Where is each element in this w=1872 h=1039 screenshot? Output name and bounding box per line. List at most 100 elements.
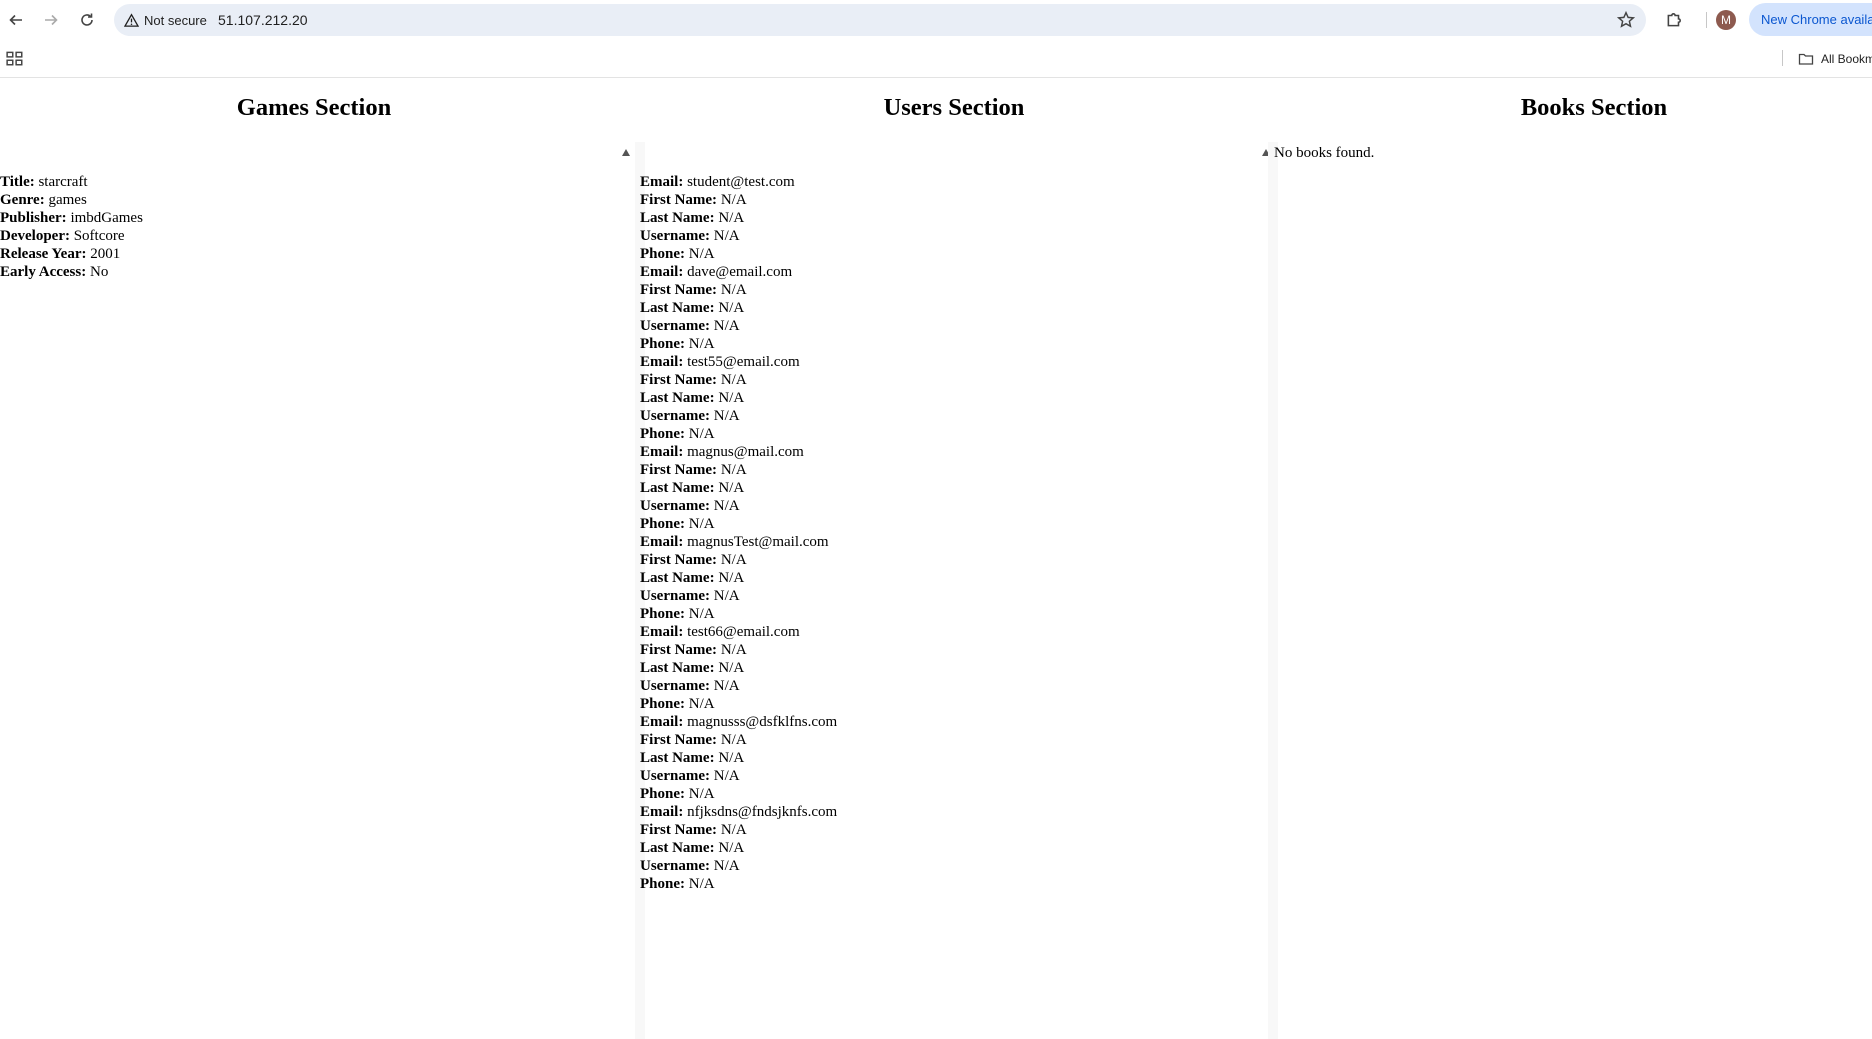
game-field-label: Genre: xyxy=(0,192,45,208)
user-last-name-label: Last Name: xyxy=(640,570,715,586)
toolbar-divider xyxy=(1706,12,1707,28)
user-first-name: First Name: N/A xyxy=(640,551,837,569)
user-first-name-value: N/A xyxy=(720,282,747,298)
user-last-name-value: N/A xyxy=(718,480,745,496)
chrome-update-button[interactable]: New Chrome available xyxy=(1749,3,1872,36)
user-phone: Phone: N/A xyxy=(640,515,837,533)
user-first-name-value: N/A xyxy=(720,192,747,208)
user-first-name-label: First Name: xyxy=(640,642,718,658)
address-bar[interactable]: Not secure 51.107.212.20 xyxy=(114,4,1646,36)
user-email-label: Email: xyxy=(640,354,684,370)
user-first-name: First Name: N/A xyxy=(640,821,837,839)
column-shading xyxy=(1268,142,1278,1039)
user-first-name-value: N/A xyxy=(720,732,747,748)
user-username-label: Username: xyxy=(640,318,710,334)
user-first-name-value: N/A xyxy=(720,462,747,478)
user-phone-value: N/A xyxy=(688,516,715,532)
warning-icon xyxy=(124,12,139,27)
game-field-value: 2001 xyxy=(90,246,121,262)
user-email-value: nfjksdns@fndsjknfs.com xyxy=(687,804,838,820)
user-last-name: Last Name: N/A xyxy=(640,839,837,857)
browser-toolbar: Not secure 51.107.212.20 M New Chrome av… xyxy=(0,0,1872,40)
bookmarks-bar: All Bookmarks xyxy=(0,40,1872,78)
user-username: Username: N/A xyxy=(640,317,837,335)
user-username: Username: N/A xyxy=(640,857,837,875)
books-heading: Books Section xyxy=(1520,94,1668,121)
user-username: Username: N/A xyxy=(640,677,837,695)
user-email-label: Email: xyxy=(640,714,684,730)
user-email-value: student@test.com xyxy=(687,174,795,190)
user-first-name-value: N/A xyxy=(720,642,747,658)
game-field-label: Title: xyxy=(0,174,35,190)
user-first-name-value: N/A xyxy=(720,822,747,838)
user-last-name: Last Name: N/A xyxy=(640,479,837,497)
all-bookmarks-label: All Bookmarks xyxy=(1821,51,1872,66)
user-first-name-label: First Name: xyxy=(640,282,718,298)
game-field-label: Release Year: xyxy=(0,246,87,262)
user-email: Email: magnusss@dsfklfns.com xyxy=(640,713,837,731)
game-field-label: Publisher: xyxy=(0,210,67,226)
game-field: Developer: Softcore xyxy=(0,227,143,245)
user-last-name-value: N/A xyxy=(718,570,745,586)
bookmark-star-button[interactable] xyxy=(1614,8,1638,32)
user-phone-label: Phone: xyxy=(640,336,685,352)
game-field: Genre: games xyxy=(0,191,143,209)
user-email-value: magnusss@dsfklfns.com xyxy=(687,714,838,730)
url-text[interactable]: 51.107.212.20 xyxy=(218,4,308,36)
game-field-value: Softcore xyxy=(73,228,125,244)
user-phone-value: N/A xyxy=(688,606,715,622)
all-bookmarks-button[interactable]: All Bookmarks xyxy=(1798,40,1872,77)
user-email-value: test66@email.com xyxy=(687,624,800,640)
user-phone-label: Phone: xyxy=(640,876,685,892)
user-phone: Phone: N/A xyxy=(640,785,837,803)
user-phone: Phone: N/A xyxy=(640,875,837,893)
user-phone-label: Phone: xyxy=(640,516,685,532)
users-heading: Users Section xyxy=(883,94,1025,121)
user-last-name-label: Last Name: xyxy=(640,300,715,316)
user-last-name: Last Name: N/A xyxy=(640,299,837,317)
security-indicator[interactable]: Not secure xyxy=(124,4,207,36)
user-email-label: Email: xyxy=(640,444,684,460)
game-field-label: Early Access: xyxy=(0,264,87,280)
user-first-name: First Name: N/A xyxy=(640,371,837,389)
extensions-button[interactable] xyxy=(1660,6,1688,34)
page-content: Games Section Title: starcraft Genre: gam… xyxy=(0,78,1872,1039)
user-first-name-label: First Name: xyxy=(640,822,718,838)
user-phone-value: N/A xyxy=(688,336,715,352)
apps-grid-icon[interactable] xyxy=(6,49,24,67)
user-email-label: Email: xyxy=(640,264,684,280)
user-username-value: N/A xyxy=(713,858,740,874)
user-username-value: N/A xyxy=(713,588,740,604)
user-first-name: First Name: N/A xyxy=(640,461,837,479)
reload-button[interactable] xyxy=(73,6,101,34)
user-username-label: Username: xyxy=(640,408,710,424)
user-email: Email: magnus@mail.com xyxy=(640,443,837,461)
user-email-label: Email: xyxy=(640,624,684,640)
user-last-name-value: N/A xyxy=(718,750,745,766)
user-last-name-label: Last Name: xyxy=(640,840,715,856)
user-phone-label: Phone: xyxy=(640,786,685,802)
user-email: Email: test55@email.com xyxy=(640,353,837,371)
user-username-value: N/A xyxy=(713,678,740,694)
user-last-name-value: N/A xyxy=(718,300,745,316)
forward-arrow-icon xyxy=(45,14,58,26)
user-email: Email: magnusTest@mail.com xyxy=(640,533,837,551)
user-last-name-label: Last Name: xyxy=(640,210,715,226)
user-last-name-value: N/A xyxy=(718,840,745,856)
user-last-name-label: Last Name: xyxy=(640,660,715,676)
games-list: Title: starcraft Genre: games Publisher: i… xyxy=(0,173,143,281)
user-last-name-label: Last Name: xyxy=(640,750,715,766)
user-username: Username: N/A xyxy=(640,587,837,605)
game-field-value: starcraft xyxy=(38,174,88,190)
game-field-value: imbdGames xyxy=(70,210,143,226)
game-field-value: No xyxy=(89,264,109,280)
user-email: Email: nfjksdns@fndsjknfs.com xyxy=(640,803,837,821)
back-button[interactable] xyxy=(2,6,30,34)
user-last-name: Last Name: N/A xyxy=(640,569,837,587)
games-heading: Games Section xyxy=(236,94,392,121)
user-first-name-label: First Name: xyxy=(640,462,718,478)
profile-avatar[interactable]: M xyxy=(1716,10,1736,30)
user-username-value: N/A xyxy=(713,228,740,244)
forward-button[interactable] xyxy=(37,6,65,34)
list-marker-icon xyxy=(622,149,630,156)
